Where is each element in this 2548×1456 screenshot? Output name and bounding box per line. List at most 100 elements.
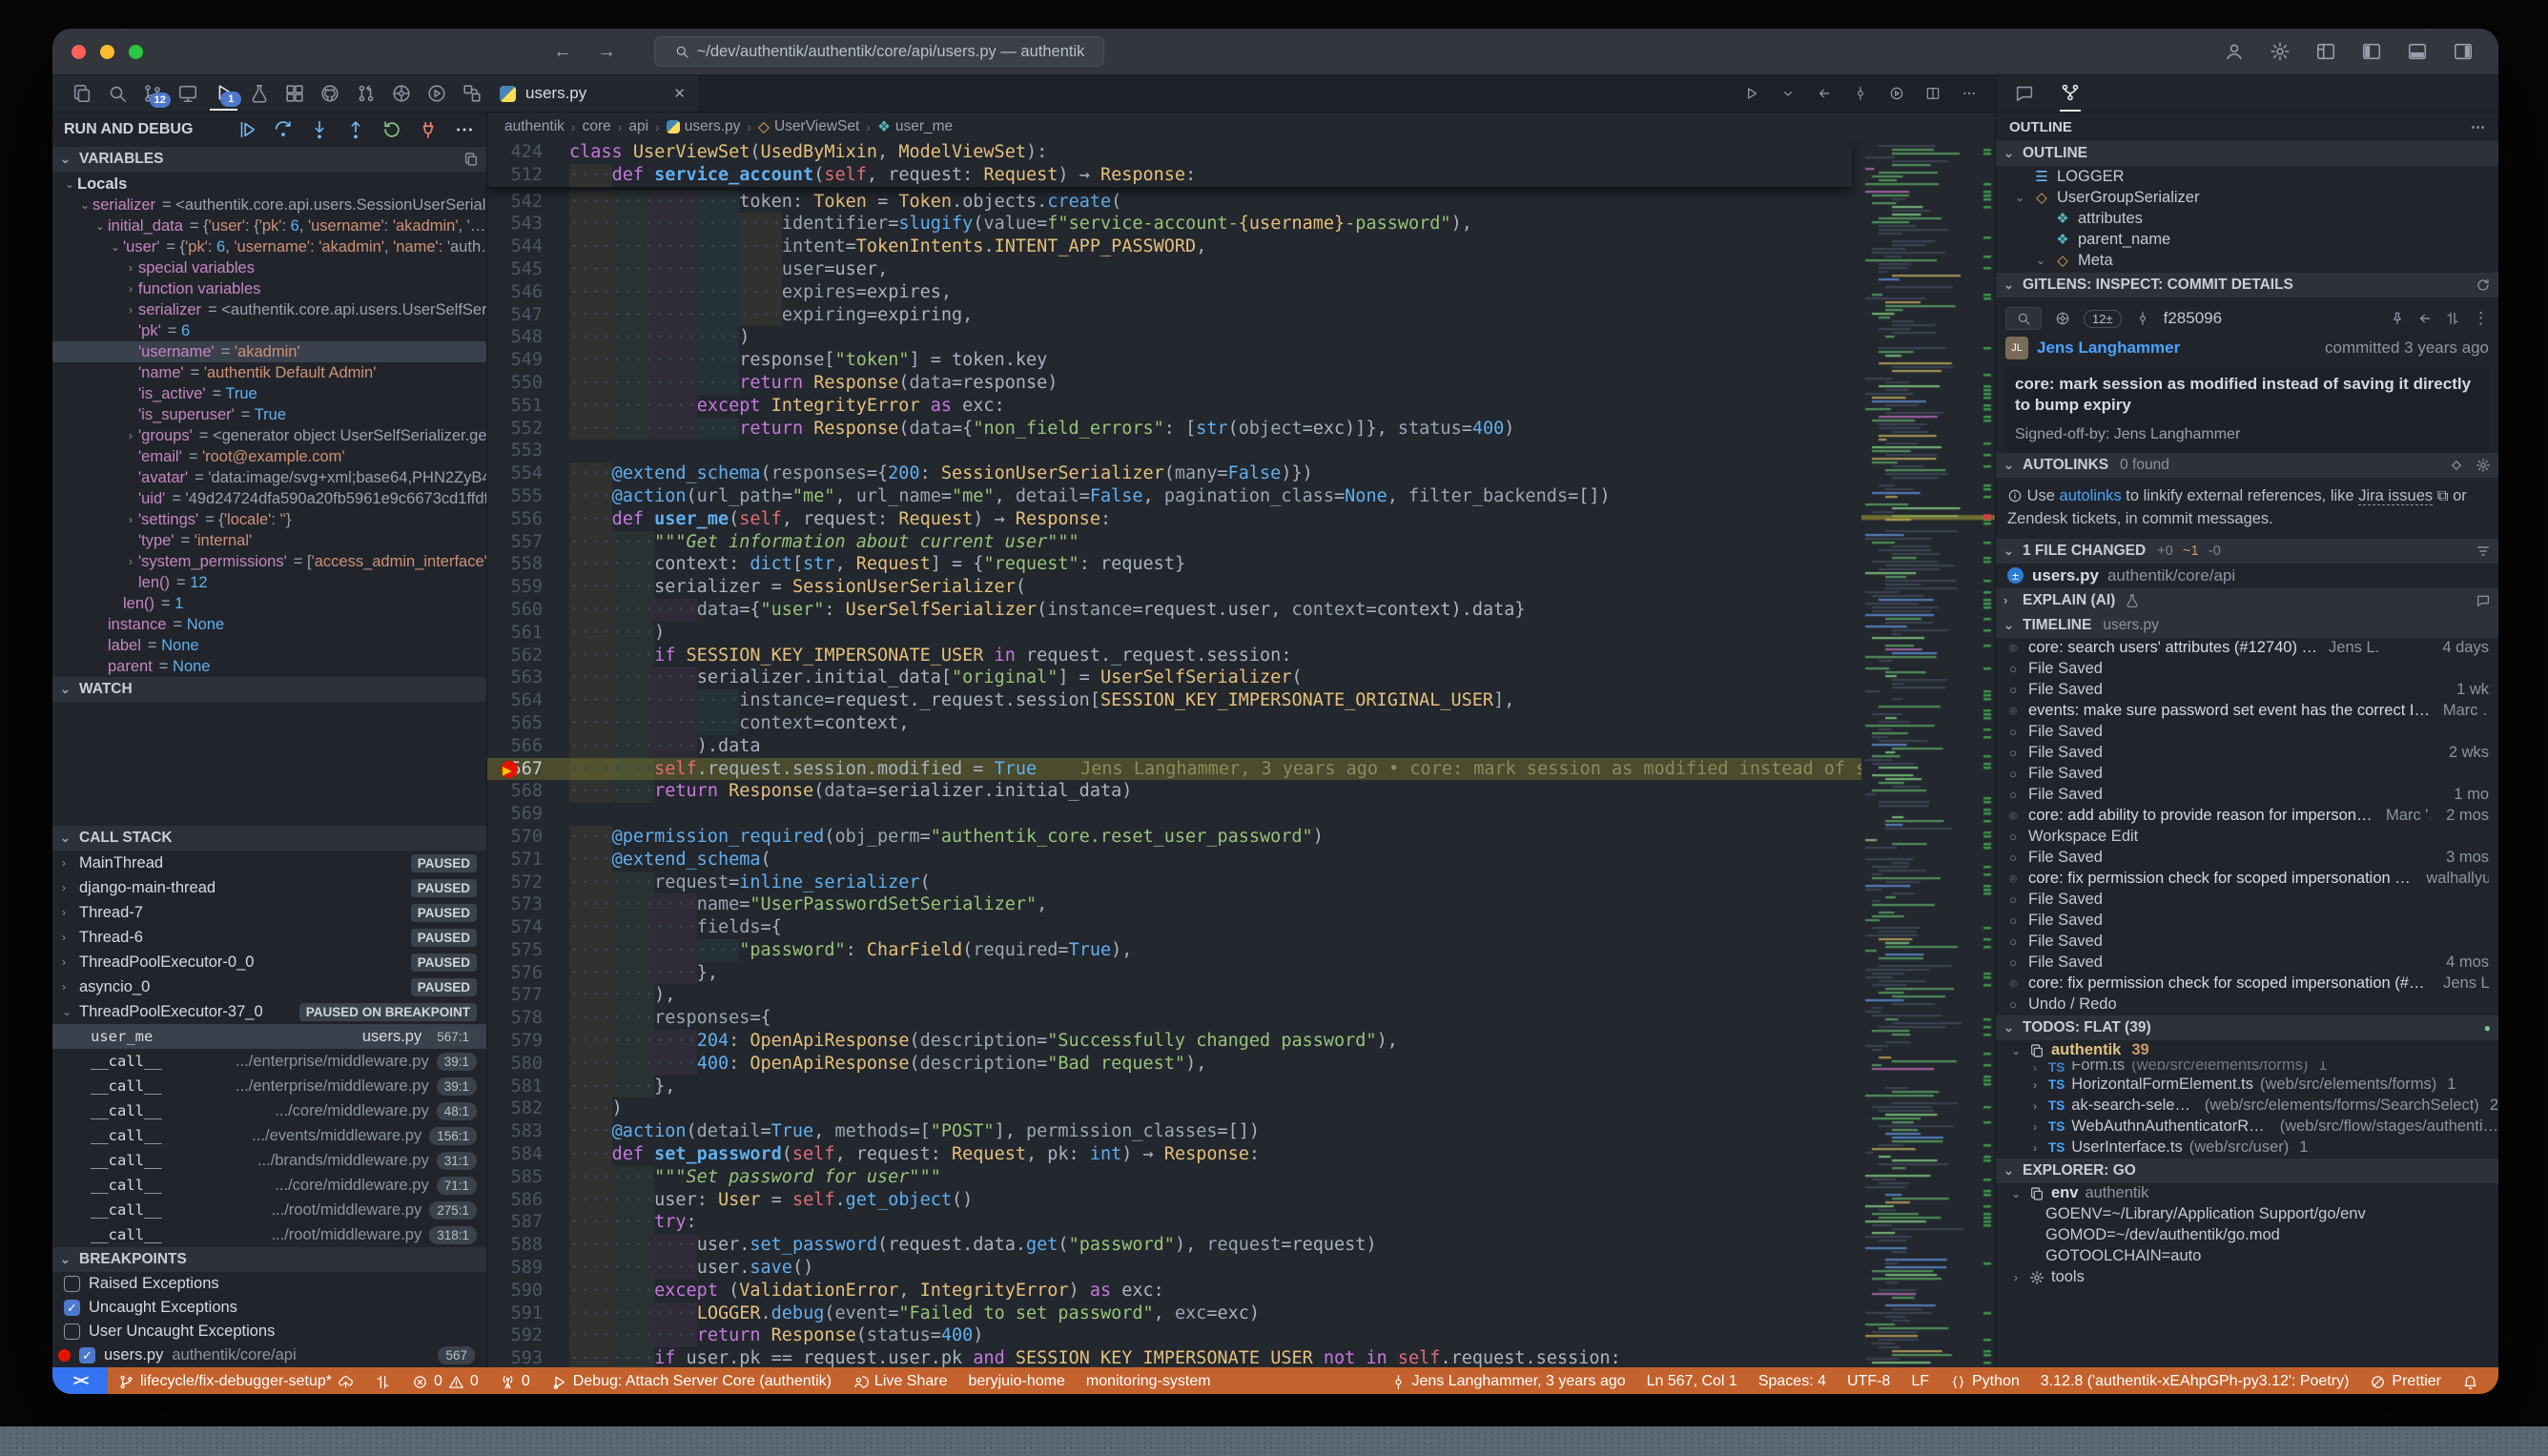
breakpoint-row[interactable]: ✓Uncaught Exceptions: [52, 1296, 486, 1320]
timeline-item[interactable]: ○File Saved: [1996, 722, 2498, 743]
variable-row[interactable]: len()= 1: [52, 593, 486, 614]
statusbar-monitoring-system[interactable]: monitoring-system: [1086, 1373, 1211, 1390]
todos-section-header[interactable]: ⌄TODOS: FLAT (39) ●: [1996, 1015, 2498, 1040]
thread-row[interactable]: ›django-main-threadPAUSED: [52, 875, 486, 900]
activity-run-and-debug[interactable]: 1: [210, 76, 237, 111]
code-line[interactable]: 591············LOGGER.debug(event="Faile…: [487, 1302, 1995, 1325]
outline-section-header[interactable]: ⌄OUTLINE: [1996, 141, 2498, 166]
go-env-folder[interactable]: ⌄envauthentik: [1996, 1183, 2498, 1204]
timeline-item[interactable]: ○File Saved: [1996, 764, 2498, 785]
outline-item-logger[interactable]: ☰LOGGER: [1996, 166, 2498, 187]
variable-row[interactable]: 'username'= 'akadmin': [52, 341, 486, 362]
statusbar-python-interpreter[interactable]: 3.12.8 ('authentik-xEAhpGPh-py3.12': Poe…: [2041, 1373, 2350, 1390]
file-changed-section-header[interactable]: ⌄1 FILE CHANGED +0 ~1 -0: [1996, 539, 2498, 564]
close-tab-icon[interactable]: ✕: [673, 85, 686, 102]
code-line[interactable]: 545····················user=user,: [487, 258, 1995, 281]
go-env-var[interactable]: GOENV=~/Library/Application Support/go/e…: [1996, 1204, 2498, 1225]
account-icon[interactable]: [2224, 41, 2245, 62]
timeline-item[interactable]: ○File Saved1 mo: [1996, 785, 2498, 806]
breadcrumb-item[interactable]: ❖user_me: [877, 118, 953, 136]
code-line[interactable]: 560············data={"user": UserSelfSer…: [487, 599, 1995, 622]
step-over-icon[interactable]: [273, 119, 294, 140]
restart-icon[interactable]: [381, 119, 402, 140]
thread-row[interactable]: ›MainThreadPAUSED: [52, 851, 486, 875]
gitlens-search-tab[interactable]: [2005, 307, 2042, 330]
autolinks-link[interactable]: autolinks: [2060, 487, 2122, 504]
variable-row[interactable]: ⌄serializer= <authentik.core.api.users.S…: [52, 195, 486, 215]
variable-row[interactable]: label= None: [52, 635, 486, 656]
code-line[interactable]: 569: [487, 803, 1995, 826]
variable-row[interactable]: ›'groups'= <generator object UserSelfSer…: [52, 425, 486, 446]
variables-section-header[interactable]: ⌄VARIABLES: [52, 147, 486, 172]
current-debug-line[interactable]: 567▶········self.request.session.modifie…: [487, 758, 1995, 781]
statusbar-blame[interactable]: Jens Langhammer, 3 years ago: [1390, 1373, 1626, 1390]
chat-icon[interactable]: [2476, 593, 2491, 608]
stack-frame-row[interactable]: __call__.../events/middleware.py156:1: [52, 1123, 486, 1148]
code-editor[interactable]: 542················token: Token = Token.…: [487, 141, 1995, 1367]
close-window-button[interactable]: [72, 45, 86, 59]
breakpoints-section-header[interactable]: ⌄BREAKPOINTS: [52, 1247, 486, 1272]
timeline-item[interactable]: ⌾core: search users' attributes (#12740)…: [1996, 638, 2498, 659]
autolinks-section-header[interactable]: ⌄AUTOLINKS 0 found: [1996, 453, 2498, 478]
variable-row[interactable]: 'is_superuser'= True: [52, 404, 486, 425]
statusbar-encoding[interactable]: UTF-8: [1847, 1373, 1890, 1390]
step-out-icon[interactable]: [345, 119, 366, 140]
breakpoint-checkbox[interactable]: ✓: [64, 1300, 80, 1316]
todo-file-row[interactable]: ›TSak-search-select-view.ts(web/src/elem…: [1996, 1096, 2498, 1117]
code-line[interactable]: 559········serializer = SessionUserSeria…: [487, 576, 1995, 599]
code-line[interactable]: 571····@extend_schema(: [487, 849, 1995, 872]
outline-tab-icon[interactable]: [2060, 75, 2081, 112]
window-controls[interactable]: [72, 45, 143, 59]
timeline-item[interactable]: ○File Saved2 wks: [1996, 743, 2498, 764]
code-line[interactable]: 590········except (ValidationError, Inte…: [487, 1280, 1995, 1302]
thread-row[interactable]: ›ThreadPoolExecutor-0_0PAUSED: [52, 950, 486, 974]
activity-github-pull-requests[interactable]: [352, 77, 380, 110]
activity-github[interactable]: [317, 77, 344, 110]
variable-row[interactable]: 'name'= 'authentik Default Admin': [52, 362, 486, 383]
timeline-item[interactable]: ○File Saved4 mos: [1996, 953, 2498, 974]
back-icon[interactable]: [2417, 311, 2433, 326]
variable-row[interactable]: 'pk'= 6: [52, 320, 486, 341]
kebab-icon[interactable]: ⋮: [2473, 309, 2489, 328]
breakpoint-row[interactable]: User Uncaught Exceptions: [52, 1320, 486, 1343]
toggle-primary-sidebar-icon[interactable]: [2361, 41, 2382, 62]
stack-frame-row[interactable]: __call__.../core/middleware.py71:1: [52, 1173, 486, 1198]
outline-item-attributes[interactable]: ❖attributes: [1996, 208, 2498, 229]
autolinks-add-icon[interactable]: [2449, 458, 2464, 473]
code-line[interactable]: 563············serializer.initial_data["…: [487, 666, 1995, 689]
statusbar-cursor-position[interactable]: Ln 567, Col 1: [1647, 1373, 1737, 1390]
breadcrumb-item[interactable]: api: [628, 118, 648, 135]
activity-source-control[interactable]: 12: [139, 77, 167, 110]
variable-row[interactable]: ›function variables: [52, 278, 486, 299]
stack-frame-row[interactable]: __call__.../core/middleware.py48:1: [52, 1098, 486, 1123]
code-line[interactable]: 585········"""Set password for user""": [487, 1166, 1995, 1189]
thread-row[interactable]: ›Thread-6PAUSED: [52, 925, 486, 950]
variable-row[interactable]: len()= 12: [52, 572, 486, 593]
code-line[interactable]: 565················context=context,: [487, 712, 1995, 735]
code-line[interactable]: 554····@extend_schema(responses={200: Se…: [487, 462, 1995, 485]
todo-file-row[interactable]: ›TSWebAuthnAuthenticatorRegisterStage.ts…: [1996, 1117, 2498, 1138]
command-center-search[interactable]: ~/dev/authentik/authentik/core/api/users…: [654, 36, 1104, 67]
todo-file-row[interactable]: ›TSForm.ts(web/src/elements/forms)1: [1996, 1061, 2498, 1075]
changed-file-row[interactable]: ± users.py authentik/core/api: [1996, 564, 2498, 588]
statusbar-compare[interactable]: [375, 1374, 391, 1390]
variable-row[interactable]: ›'system_permissions'= ['access_admin_in…: [52, 551, 486, 572]
toggle-secondary-sidebar-icon[interactable]: [2453, 41, 2474, 62]
code-line[interactable]: 542················token: Token = Token.…: [487, 191, 1995, 214]
go-forward-icon[interactable]: [1889, 86, 1904, 101]
nav-location-icon[interactable]: [1853, 86, 1868, 101]
explain-ai-section-header[interactable]: ›EXPLAIN (AI): [1996, 588, 2498, 613]
code-line[interactable]: 555····@action(url_path="me", url_name="…: [487, 485, 1995, 508]
activity-remote-explorer[interactable]: [175, 77, 202, 110]
code-line[interactable]: 574············fields={: [487, 916, 1995, 939]
stack-frame-row[interactable]: __call__.../root/middleware.py275:1: [52, 1198, 486, 1222]
outline-item-usergroupserializer[interactable]: ⌄◇UserGroupSerializer: [1996, 187, 2498, 208]
code-line[interactable]: 584····def set_password(self, request: R…: [487, 1143, 1995, 1166]
pin-icon[interactable]: [2390, 311, 2405, 326]
statusbar-ports[interactable]: 0: [500, 1373, 530, 1390]
activity-remote-tunnels[interactable]: [459, 77, 486, 110]
todo-file-row[interactable]: ›TSHorizontalFormElement.ts(web/src/elem…: [1996, 1075, 2498, 1096]
code-line[interactable]: 582····): [487, 1097, 1995, 1120]
breadcrumb-item[interactable]: ◇UserViewSet: [758, 118, 859, 136]
code-line[interactable]: 547····················expiring=expiring…: [487, 304, 1995, 327]
